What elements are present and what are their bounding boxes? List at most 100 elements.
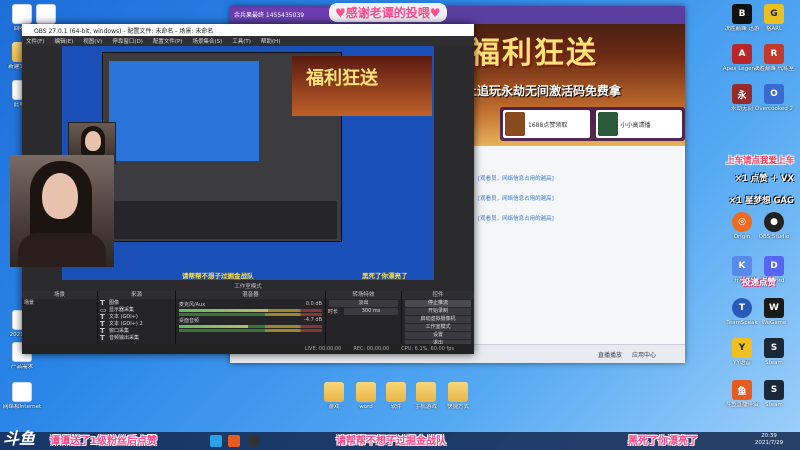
taskbar-app-icon[interactable]: [210, 435, 222, 447]
nested-desktop: [109, 61, 259, 161]
naraka-icon: 永: [732, 84, 752, 104]
preview-caption-right: 黑死了你漂亮了: [362, 272, 408, 280]
preview-banner-title: 福利狂送: [306, 68, 378, 89]
apex-icon: A: [732, 44, 752, 64]
obs-statusbar: LIVE: 00:00:00 REC: 00:00:00 CPU: 6.1%, …: [22, 344, 474, 354]
rec-timer: REC: 00:00:00: [353, 346, 390, 352]
mixer-channel-desktop[interactable]: 桌面音频 -4.7 dB: [179, 317, 322, 332]
yy-icon: Y: [732, 338, 752, 358]
menu-profile[interactable]: 配置文件(P): [153, 37, 183, 45]
origin-icon: ◎: [732, 212, 752, 232]
obs-icon: ●: [764, 212, 784, 232]
overcooked-icon: O: [764, 84, 784, 104]
obs-titlebar: OBS 27.0.1 (64-bit, windows) - 配置文件: 未命名…: [22, 24, 474, 36]
kaiheila-icon: K: [732, 256, 752, 276]
desktop-icon-network[interactable]: ⌂ 网络和Internet: [0, 382, 44, 411]
obs-preview-canvas[interactable]: 福利狂送 请帮帮不想子过掘金战队 黑死了你漂亮了: [62, 46, 434, 280]
source-item[interactable]: T 窗口采集: [98, 327, 175, 335]
source-item[interactable]: T 文本 (GDI+): [98, 313, 175, 321]
network-icon: ⌂: [12, 382, 32, 402]
source-item[interactable]: T 图像: [98, 299, 175, 307]
scene-item[interactable]: 场景: [22, 299, 97, 306]
mixer-channel-mic[interactable]: 麦克风/Aux 0.0 dB: [179, 301, 322, 316]
menu-edit[interactable]: 编辑(E): [54, 37, 73, 45]
promo-line-2: ×1 点赞 + VX: [734, 174, 794, 184]
webcam-shoulders: [18, 233, 106, 267]
start-recording-button[interactable]: 开始录制: [405, 308, 471, 315]
nested-docks: [109, 201, 337, 239]
douyu-icon: 鱼: [732, 380, 752, 400]
folder-icon: [416, 382, 436, 402]
wegame-icon: W: [764, 298, 784, 318]
webcam-face: [42, 173, 78, 219]
bottom-caption-left: 谭谭送了1级粉丝后点赞: [50, 436, 157, 447]
controls-dock-title: 控件: [402, 291, 474, 299]
red-game-icon: R: [764, 44, 784, 64]
menu-view[interactable]: 视图(V): [83, 37, 102, 45]
status-live[interactable]: 直播播放: [598, 350, 622, 359]
desktop-icon-steam[interactable]: S Steam: [752, 338, 796, 367]
bottom-caption-mid: 请帮帮不想子过掘金战队: [336, 436, 446, 447]
mixer-dock-title: 混音器: [176, 291, 325, 299]
duration-row: 时长 300 ms: [326, 308, 401, 315]
desktop-folder-shortcuts[interactable]: 快捷方式: [436, 382, 480, 411]
menu-docks[interactable]: 停靠窗口(D): [112, 37, 143, 45]
steam-icon: S: [764, 338, 784, 358]
webcam-main: [10, 155, 114, 267]
taskbar-obs-icon[interactable]: [248, 435, 260, 447]
settings-button[interactable]: 设置: [405, 332, 471, 339]
desktop-icon-wegame[interactable]: W WeGame: [752, 298, 796, 327]
clock-date: 2021/7/29: [754, 440, 784, 446]
desktop-icon-yellow-game[interactable]: G 格ARL: [752, 4, 796, 33]
chat-line: [观看员，网络信息占用的越高]: [478, 176, 554, 182]
bottom-caption-right: 黑死了你漂亮了: [628, 436, 698, 447]
game-tab-1[interactable]: 1688点赞领取: [503, 110, 590, 138]
promo-line-3: ×1 星梦想 GAG: [729, 196, 794, 206]
transitions-dock-title: 转场特效: [326, 291, 401, 299]
game-tab-thumb: [597, 112, 618, 136]
douyu-logo: 斗鱼: [3, 429, 36, 448]
game-tab-strip: 1688点赞领取 小小高清播: [500, 107, 685, 141]
status-apps[interactable]: 应用中心: [632, 350, 656, 359]
scenes-dock-title: 场景: [22, 291, 97, 299]
virtual-camera-button[interactable]: 启动虚拟摄像机: [405, 316, 471, 323]
volume-meter: [179, 313, 322, 316]
transition-select[interactable]: 淡出: [329, 300, 398, 307]
desktop-icon-obs[interactable]: ● OBS Studio: [752, 212, 796, 241]
menu-help[interactable]: 帮助(H): [261, 37, 280, 45]
folder-icon: [448, 382, 468, 402]
desktop-icon-steam-2[interactable]: S Steam: [752, 380, 796, 409]
webcam-face: [85, 131, 101, 151]
source-item[interactable]: T 文本 (GDI+) 2: [98, 320, 175, 328]
volume-meter: [179, 309, 322, 312]
thanks-banner: ♥感谢老谭的投喂♥: [329, 3, 447, 22]
source-item[interactable]: ▭ 显示器采集: [98, 306, 175, 314]
studio-mode-label[interactable]: 工作室模式: [234, 282, 262, 290]
taskbar-app-icon[interactable]: [228, 435, 240, 447]
document-icon: ▤: [36, 4, 56, 24]
volume-meter: [179, 325, 322, 328]
game-tab-thumb: [505, 112, 525, 136]
clock-time: 20:39: [761, 433, 777, 439]
source-item[interactable]: T 音频输出采集: [98, 334, 175, 342]
desktop-icon-overcooked[interactable]: O Overcooked 2: [752, 84, 796, 113]
sources-dock-title: 来源: [98, 291, 175, 299]
folder-icon: [386, 382, 406, 402]
steam-icon: S: [764, 380, 784, 400]
preview-caption-left: 请帮帮不想子过掘金战队: [182, 272, 254, 280]
menu-scene-collection[interactable]: 场景集合(S): [192, 37, 222, 45]
game-tab-2[interactable]: 小小高清播: [595, 110, 682, 138]
stop-streaming-button[interactable]: 停止推流: [405, 300, 471, 307]
desktop-icon-red-game[interactable]: R 决胜巅峰 代练室: [752, 44, 796, 73]
menu-tools[interactable]: 工具(T): [232, 37, 251, 45]
gift-tag: 余兵果最终 1455435039: [230, 8, 335, 20]
chat-line: [观看员，网络信息占用的越高]: [478, 196, 554, 202]
obs-studio-mode-bar: 工作室模式: [22, 281, 474, 291]
black-game-icon: B: [732, 4, 752, 24]
game-subtitle: 上追玩永劫无间激活码免费拿: [465, 84, 622, 98]
volume-meter-fill: [179, 309, 268, 312]
menu-file[interactable]: 文件(F): [26, 37, 44, 45]
taskbar-clock[interactable]: 20:39 2021/7/29: [740, 433, 798, 447]
duration-input[interactable]: 300 ms: [344, 308, 398, 315]
studio-mode-button[interactable]: 工作室模式: [405, 324, 471, 331]
